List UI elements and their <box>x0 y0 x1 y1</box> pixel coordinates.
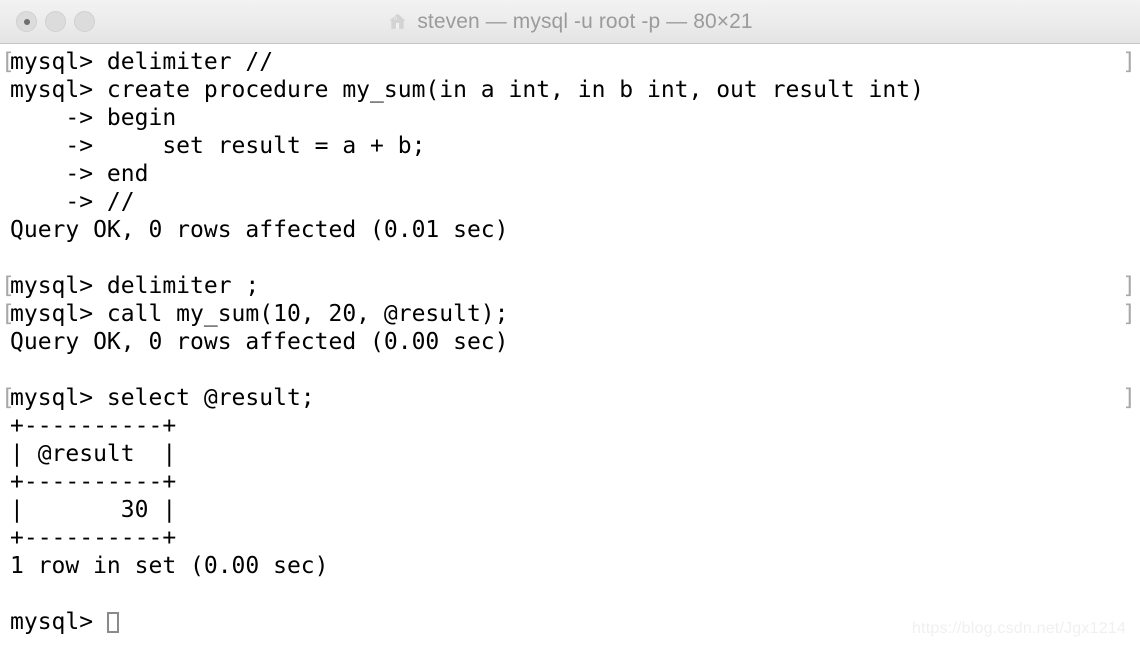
window-title: steven — mysql -u root -p — 80×21 <box>417 9 753 33</box>
terminal-line-text: mysql> create procedure my_sum(in a int,… <box>10 77 924 103</box>
terminal-screen[interactable]: mysql> delimiter //mysql> create procedu… <box>0 44 1140 636</box>
terminal-line-text: Query OK, 0 rows affected (0.00 sec) <box>10 329 509 355</box>
terminal-line: mysql> delimiter ; <box>0 272 1140 300</box>
terminal-line: 1 row in set (0.00 sec) <box>0 552 1140 580</box>
zoom-button[interactable] <box>74 11 95 32</box>
terminal-line-text: | 30 | <box>10 497 177 523</box>
terminal-line-text: +----------+ <box>10 469 177 495</box>
terminal-line-text: -> end <box>10 161 149 187</box>
terminal-line-text: mysql> delimiter // <box>10 49 274 75</box>
terminal-window: steven — mysql -u root -p — 80×21 mysql>… <box>0 0 1140 646</box>
terminal-line-text: 1 row in set (0.00 sec) <box>10 553 329 579</box>
terminal-line-text: +----------+ <box>10 413 177 439</box>
terminal-line: mysql> call my_sum(10, 20, @result); <box>0 300 1140 328</box>
watermark: https://blog.csdn.net/Jgx1214 <box>912 620 1126 637</box>
terminal-line: Query OK, 0 rows affected (0.01 sec) <box>0 216 1140 244</box>
terminal-line: +----------+ <box>0 524 1140 552</box>
terminal-viewport[interactable]: mysql> delimiter //mysql> create procedu… <box>0 44 1140 646</box>
text-cursor <box>106 612 119 633</box>
terminal-line: mysql> delimiter // <box>0 48 1140 76</box>
terminal-line-text: | @result | <box>10 441 177 467</box>
home-icon <box>389 13 407 29</box>
window-title-group: steven — mysql -u root -p — 80×21 <box>0 0 1140 43</box>
terminal-line-text: -> // <box>10 189 135 215</box>
terminal-line: -> begin <box>0 104 1140 132</box>
terminal-line: -> // <box>0 188 1140 216</box>
terminal-line-text: -> begin <box>10 105 177 131</box>
terminal-line: +----------+ <box>0 468 1140 496</box>
terminal-line-text: +----------+ <box>10 525 177 551</box>
terminal-line: Query OK, 0 rows affected (0.00 sec) <box>0 328 1140 356</box>
terminal-line-text: -> set result = a + b; <box>10 133 426 159</box>
terminal-line-text: mysql> call my_sum(10, 20, @result); <box>10 301 509 327</box>
terminal-line: | @result | <box>0 440 1140 468</box>
terminal-line: -> set result = a + b; <box>0 132 1140 160</box>
terminal-line: +----------+ <box>0 412 1140 440</box>
terminal-line-text: mysql> <box>10 609 107 635</box>
minimize-button[interactable] <box>45 11 66 32</box>
terminal-line-text: Query OK, 0 rows affected (0.01 sec) <box>10 217 509 243</box>
terminal-line: mysql> select @result; <box>0 384 1140 412</box>
window-titlebar[interactable]: steven — mysql -u root -p — 80×21 <box>0 0 1140 44</box>
close-button[interactable] <box>16 11 37 32</box>
terminal-line: mysql> create procedure my_sum(in a int,… <box>0 76 1140 104</box>
terminal-line: | 30 | <box>0 496 1140 524</box>
terminal-line-text: mysql> select @result; <box>10 385 315 411</box>
terminal-line: -> end <box>0 160 1140 188</box>
window-controls <box>16 0 95 43</box>
terminal-line-text: mysql> delimiter ; <box>10 273 260 299</box>
